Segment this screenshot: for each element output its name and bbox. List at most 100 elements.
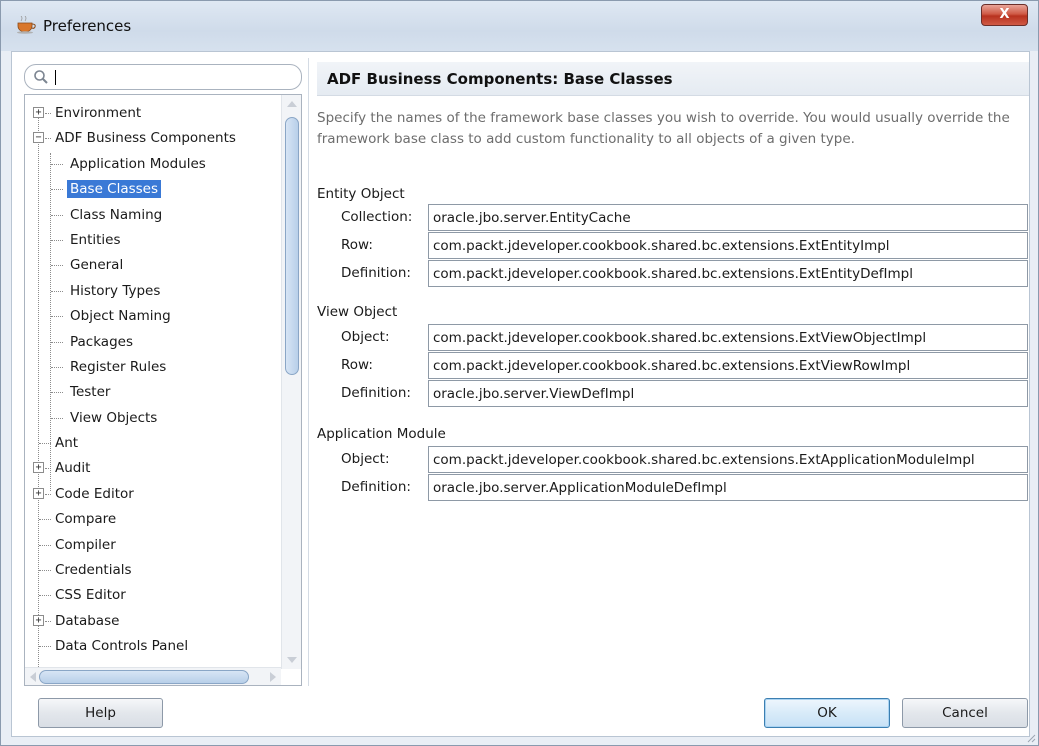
tree-connector xyxy=(51,265,63,267)
tree-item-label: Database xyxy=(55,612,120,629)
tree-item[interactable]: Tester xyxy=(25,380,279,405)
tree-item-label: Entities xyxy=(70,231,121,248)
tree-item-label: Audit xyxy=(55,460,91,477)
scroll-down-icon[interactable] xyxy=(287,657,297,663)
tree-item[interactable]: Register Rules xyxy=(25,355,279,380)
scroll-thumb-horizontal[interactable] xyxy=(39,670,249,684)
tree-item-label: Class Naming xyxy=(70,206,163,223)
tree-connector xyxy=(51,214,63,216)
tree-connector xyxy=(39,646,51,648)
scroll-thumb[interactable] xyxy=(285,117,299,375)
tree-item[interactable]: Credentials xyxy=(25,558,279,583)
search-input[interactable] xyxy=(59,68,289,86)
title-bar[interactable]: Preferences X xyxy=(1,1,1038,51)
tree-connector xyxy=(51,290,63,292)
tree-connector xyxy=(45,468,51,470)
preferences-tree[interactable]: + Environment − ADF Business Components Appl… xyxy=(24,94,302,686)
tree-connector xyxy=(51,392,63,394)
tree-item[interactable]: − ADF Business Components xyxy=(25,126,279,151)
tree-connector xyxy=(39,570,51,572)
tree-item[interactable]: + Environment xyxy=(25,101,279,126)
entity-row-label: Row: xyxy=(341,237,373,253)
tree-item[interactable]: Ant xyxy=(25,431,279,456)
expand-icon[interactable]: + xyxy=(33,107,44,118)
tree-item[interactable]: + Code Editor xyxy=(25,482,279,507)
tree-item[interactable]: Class Naming xyxy=(25,203,279,228)
tree-item[interactable]: Object Naming xyxy=(25,304,279,329)
tree-item-label: Register Rules xyxy=(70,358,167,375)
window-title: Preferences xyxy=(43,17,132,35)
search-box[interactable] xyxy=(24,64,302,90)
tree-item[interactable]: Packages xyxy=(25,330,279,355)
am-object-label: Object: xyxy=(341,451,390,467)
view-object-row: Object: xyxy=(329,324,1029,352)
navigation-panel: + Environment − ADF Business Components Appl… xyxy=(24,58,302,686)
expand-icon[interactable]: + xyxy=(33,614,44,626)
view-object-label: Object: xyxy=(341,329,390,345)
tree-list: + Environment − ADF Business Components Appl… xyxy=(25,101,279,660)
tree-horizontal-scrollbar[interactable] xyxy=(25,667,281,685)
tree-item[interactable]: Entities xyxy=(25,228,279,253)
scroll-right-icon[interactable] xyxy=(270,672,276,682)
tree-connector xyxy=(51,239,63,241)
entity-row-input[interactable] xyxy=(428,232,1028,259)
tree-connector xyxy=(45,113,51,114)
entity-collection-input[interactable] xyxy=(428,204,1028,231)
tree-connector xyxy=(39,443,51,445)
tree-item-label: Base Classes xyxy=(67,180,162,199)
tree-item[interactable]: Compiler xyxy=(25,533,279,558)
resize-grip-icon[interactable] xyxy=(1026,733,1036,743)
tree-item[interactable]: + Database xyxy=(25,609,279,634)
help-button[interactable]: Help xyxy=(38,698,163,728)
tree-item[interactable]: Compare xyxy=(25,507,279,532)
view-row-input[interactable] xyxy=(428,352,1028,379)
view-definition-input[interactable] xyxy=(428,380,1028,407)
tree-connector xyxy=(51,341,63,343)
scroll-up-icon[interactable] xyxy=(287,101,297,107)
collapse-icon[interactable]: − xyxy=(33,132,44,144)
application-module-group-label: Application Module xyxy=(317,426,446,442)
tree-item-label: Environment xyxy=(55,105,142,121)
tree-item-label: Ant xyxy=(55,435,79,452)
tree-item-label: Object Naming xyxy=(70,308,171,325)
expand-icon[interactable]: + xyxy=(33,462,44,474)
close-button[interactable]: X xyxy=(981,4,1028,26)
entity-definition-label: Definition: xyxy=(341,265,411,281)
entity-collection-row: Collection: xyxy=(329,204,1029,232)
tree-connector xyxy=(39,519,51,521)
tree-item-label: History Types xyxy=(70,282,161,299)
tree-connector xyxy=(51,417,63,419)
tree-item-label: General xyxy=(70,257,124,274)
tree-item[interactable]: + Audit xyxy=(25,456,279,481)
tree-item-label: ADF Business Components xyxy=(55,130,236,147)
tree-item-label: Application Modules xyxy=(70,155,206,172)
tree-vertical-scrollbar[interactable] xyxy=(281,95,301,669)
tree-item-label: View Objects xyxy=(70,409,158,426)
am-object-input[interactable] xyxy=(428,446,1028,473)
tree-item-label: CSS Editor xyxy=(55,587,126,604)
tree-item[interactable]: History Types xyxy=(25,279,279,304)
tree-item[interactable]: Application Modules xyxy=(25,152,279,177)
tree-item[interactable]: CSS Editor xyxy=(25,583,279,608)
tree-item[interactable]: View Objects xyxy=(25,406,279,431)
view-row-row: Row: xyxy=(329,352,1029,380)
entity-definition-input[interactable] xyxy=(428,260,1028,287)
tree-item[interactable]: Base Classes xyxy=(25,177,279,202)
scroll-left-icon[interactable] xyxy=(30,672,36,682)
tree-connector xyxy=(51,163,63,165)
ok-button[interactable]: OK xyxy=(764,698,890,728)
entity-row-row: Row: xyxy=(329,232,1029,260)
tree-item[interactable]: Data Controls Panel xyxy=(25,634,279,659)
entity-collection-label: Collection: xyxy=(341,209,413,225)
expand-icon[interactable]: + xyxy=(33,487,44,499)
close-icon: X xyxy=(999,7,1010,22)
cancel-button[interactable]: Cancel xyxy=(902,698,1028,728)
app-cup-icon xyxy=(17,16,36,34)
am-definition-input[interactable] xyxy=(428,474,1028,501)
am-object-row: Object: xyxy=(329,446,1029,474)
panel-header: ADF Business Components: Base Classes xyxy=(317,62,1029,96)
view-object-input[interactable] xyxy=(428,324,1028,351)
entity-definition-row: Definition: xyxy=(329,260,1029,288)
tree-item[interactable]: General xyxy=(25,253,279,278)
settings-panel: ADF Business Components: Base Classes Sp… xyxy=(308,58,1029,686)
